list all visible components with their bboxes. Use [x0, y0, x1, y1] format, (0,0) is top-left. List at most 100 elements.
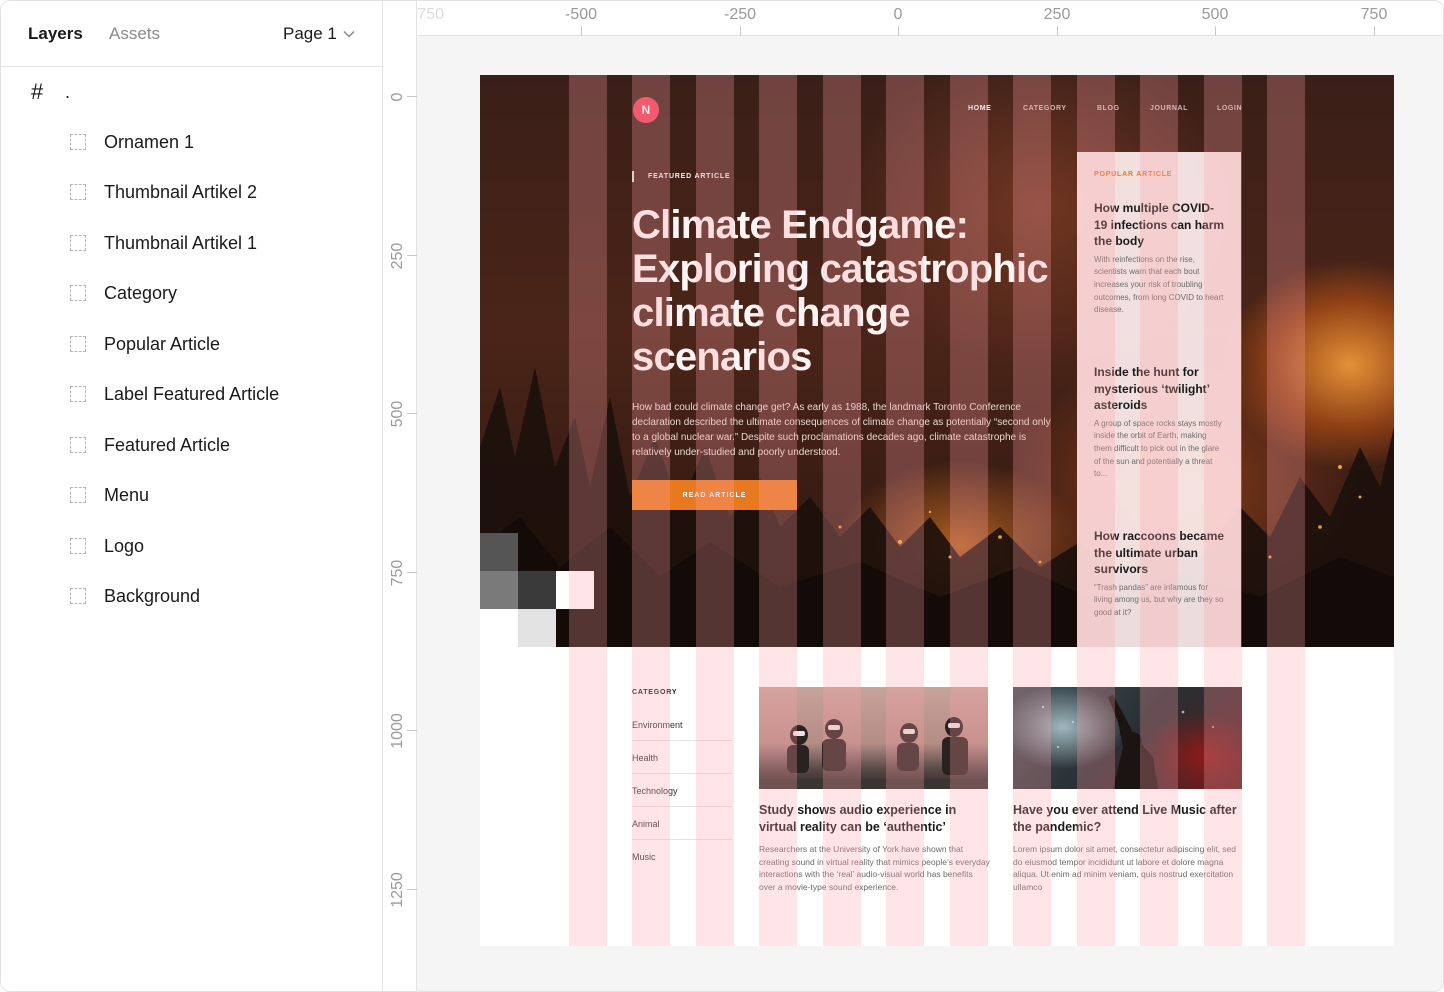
ruler-label: 500 [1201, 6, 1229, 23]
popular-item-title: Inside the hunt for mysterious ‘twilight… [1094, 365, 1210, 412]
logo-letter: N [641, 103, 651, 117]
layer-menu[interactable]: Menu [1, 475, 382, 515]
logo[interactable]: N [633, 97, 659, 123]
layer-name: Label Featured Article [104, 384, 280, 404]
popular-item[interactable]: How raccoons became the ultimate urban s… [1094, 528, 1226, 620]
ruler-tick [407, 255, 417, 256]
popular-item-desc: With reinfections on the rise, scientist… [1094, 254, 1224, 315]
nav-journal[interactable]: JOURNAL [1150, 105, 1188, 112]
group-icon [70, 336, 86, 352]
ruler-label: 250 [389, 242, 406, 270]
popular-item[interactable]: How multiple COVID-19 infections can har… [1094, 200, 1226, 317]
layer-name: Category [104, 283, 178, 303]
concert-crowd-illustration [1041, 695, 1214, 789]
group-icon [70, 285, 86, 301]
nav-blog[interactable]: BLOG [1097, 105, 1120, 112]
vr-people-illustration [759, 717, 988, 789]
nav-category[interactable]: CATEGORY [1023, 105, 1067, 112]
group-icon [70, 386, 86, 402]
group-icon [70, 487, 86, 503]
ruler-tick [407, 730, 417, 731]
ruler-label: 250 [1043, 6, 1071, 23]
group-icon [70, 235, 86, 251]
popular-item-desc: A group of space rocks stays mostly insi… [1094, 418, 1222, 479]
tab-layers[interactable]: Layers [28, 23, 83, 45]
layer-featured-article[interactable]: Featured Article [1, 425, 382, 465]
frame-name: . [65, 82, 71, 102]
ruler-tick [740, 26, 741, 36]
design-app-window: Layers Assets Page 1 # . Ornamen 1 Thumb… [0, 0, 1444, 992]
ruler-tick [1215, 26, 1216, 36]
group-icon [70, 538, 86, 554]
chevron-down-icon [343, 30, 355, 38]
ruler-tick [1374, 26, 1375, 36]
category-item[interactable]: Technology [632, 774, 732, 807]
layer-name: Menu [104, 485, 150, 505]
popular-article-label: POPULAR ARTICLE [1094, 171, 1173, 178]
page-select[interactable]: Page 1 [283, 23, 355, 45]
group-icon [70, 588, 86, 604]
nav-login[interactable]: LOGIN [1217, 105, 1242, 112]
ruler-label: -250 [723, 6, 757, 23]
featured-article-label: FEATURED ARTICLE [632, 171, 730, 182]
ruler-left: 0 250 500 750 1000 1250 [383, 36, 417, 991]
layer-logo[interactable]: Logo [1, 526, 382, 566]
ornament-square [480, 533, 518, 571]
popular-item-title: How raccoons became the ultimate urban s… [1094, 529, 1225, 576]
ornament-square [480, 609, 518, 647]
layer-frame[interactable]: # . [1, 75, 382, 111]
nav-home[interactable]: HOME [968, 105, 991, 112]
ruler-tick [407, 889, 417, 890]
ruler-top: -750 -500 -250 0 250 500 750 [383, 1, 1443, 36]
ruler-label: 0 [893, 6, 903, 23]
layer-name: Thumbnail Artikel 2 [104, 182, 258, 202]
ruler-tick [407, 413, 417, 414]
layer-name: Featured Article [104, 435, 231, 455]
article-title[interactable]: Have you ever attend Live Music after th… [1013, 802, 1245, 835]
group-icon [70, 184, 86, 200]
layer-name: Thumbnail Artikel 1 [104, 233, 258, 253]
category-item[interactable]: Environment [632, 708, 732, 741]
category-item[interactable]: Animal [632, 807, 732, 840]
panel-header: Layers Assets Page 1 [1, 1, 382, 67]
thumbnail-concert-image[interactable] [1013, 687, 1242, 789]
layer-ornamen-1[interactable]: Ornamen 1 [1, 122, 382, 162]
ornament-square [480, 571, 518, 609]
layer-label-featured-article[interactable]: Label Featured Article [1, 374, 382, 414]
layer-name: Popular Article [104, 334, 221, 354]
featured-article-description: How bad could climate change get? As ear… [632, 402, 1051, 458]
layer-popular-article[interactable]: Popular Article [1, 324, 382, 364]
read-article-button[interactable]: READ ARTICLE [632, 480, 797, 510]
featured-article-title[interactable]: Climate Endgame: Exploring catastrophic … [632, 203, 1052, 379]
ruler-label: 500 [389, 400, 406, 428]
layer-thumbnail-artikel-1[interactable]: Thumbnail Artikel 1 [1, 223, 382, 263]
page-select-label: Page 1 [283, 24, 337, 43]
category-item[interactable]: Health [632, 741, 732, 774]
ornament-square [556, 571, 594, 609]
popular-item[interactable]: Inside the hunt for mysterious ‘twilight… [1094, 364, 1226, 481]
layer-category[interactable]: Category [1, 273, 382, 313]
ruler-corner [383, 1, 417, 36]
category-item[interactable]: Music [632, 840, 732, 873]
layer-name: Ornamen 1 [104, 132, 195, 152]
ruler-tick [581, 26, 582, 36]
group-icon [70, 134, 86, 150]
ruler-label: 750 [389, 559, 406, 587]
layer-name: Logo [104, 536, 145, 556]
layer-thumbnail-artikel-2[interactable]: Thumbnail Artikel 2 [1, 172, 382, 212]
ruler-tick [898, 26, 899, 36]
ruler-tick [1057, 26, 1058, 36]
layer-background[interactable]: Background [1, 576, 382, 616]
tab-assets[interactable]: Assets [109, 23, 160, 45]
article-title[interactable]: Study shows audio experience in virtual … [759, 802, 988, 835]
design-frame[interactable]: N HOME CATEGORY BLOG JOURNAL LOGIN FEATU… [480, 75, 1394, 946]
thumbnail-vr-image[interactable] [759, 687, 988, 789]
article-description: Researchers at the University of York ha… [759, 844, 990, 893]
layer-name: Background [104, 586, 201, 606]
ruler-label: 0 [389, 92, 406, 102]
article-description: Lorem ipsum dolor sit amet, consectetur … [1013, 844, 1236, 893]
ruler-label: 1000 [389, 713, 406, 749]
popular-item-title: How multiple COVID-19 infections can har… [1094, 201, 1225, 248]
group-icon [70, 437, 86, 453]
ruler-label: 750 [1360, 6, 1388, 23]
